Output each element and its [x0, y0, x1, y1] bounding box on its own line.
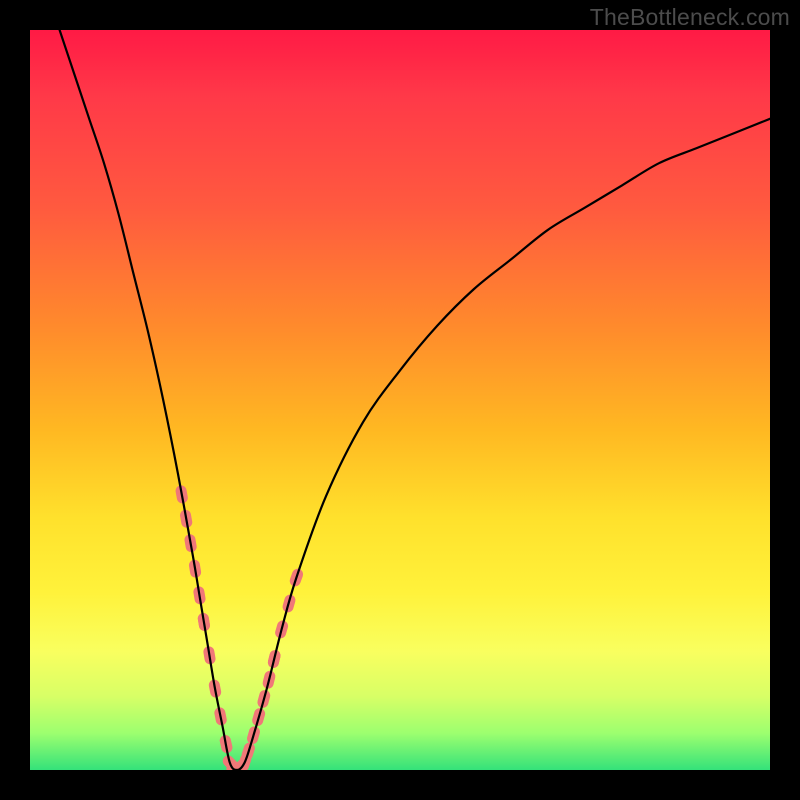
bottleneck-curve	[60, 30, 770, 770]
plot-area	[30, 30, 770, 770]
curve-svg	[30, 30, 770, 770]
chart-frame: TheBottleneck.com	[0, 0, 800, 800]
watermark-text: TheBottleneck.com	[590, 4, 790, 31]
marker-group	[175, 485, 305, 770]
